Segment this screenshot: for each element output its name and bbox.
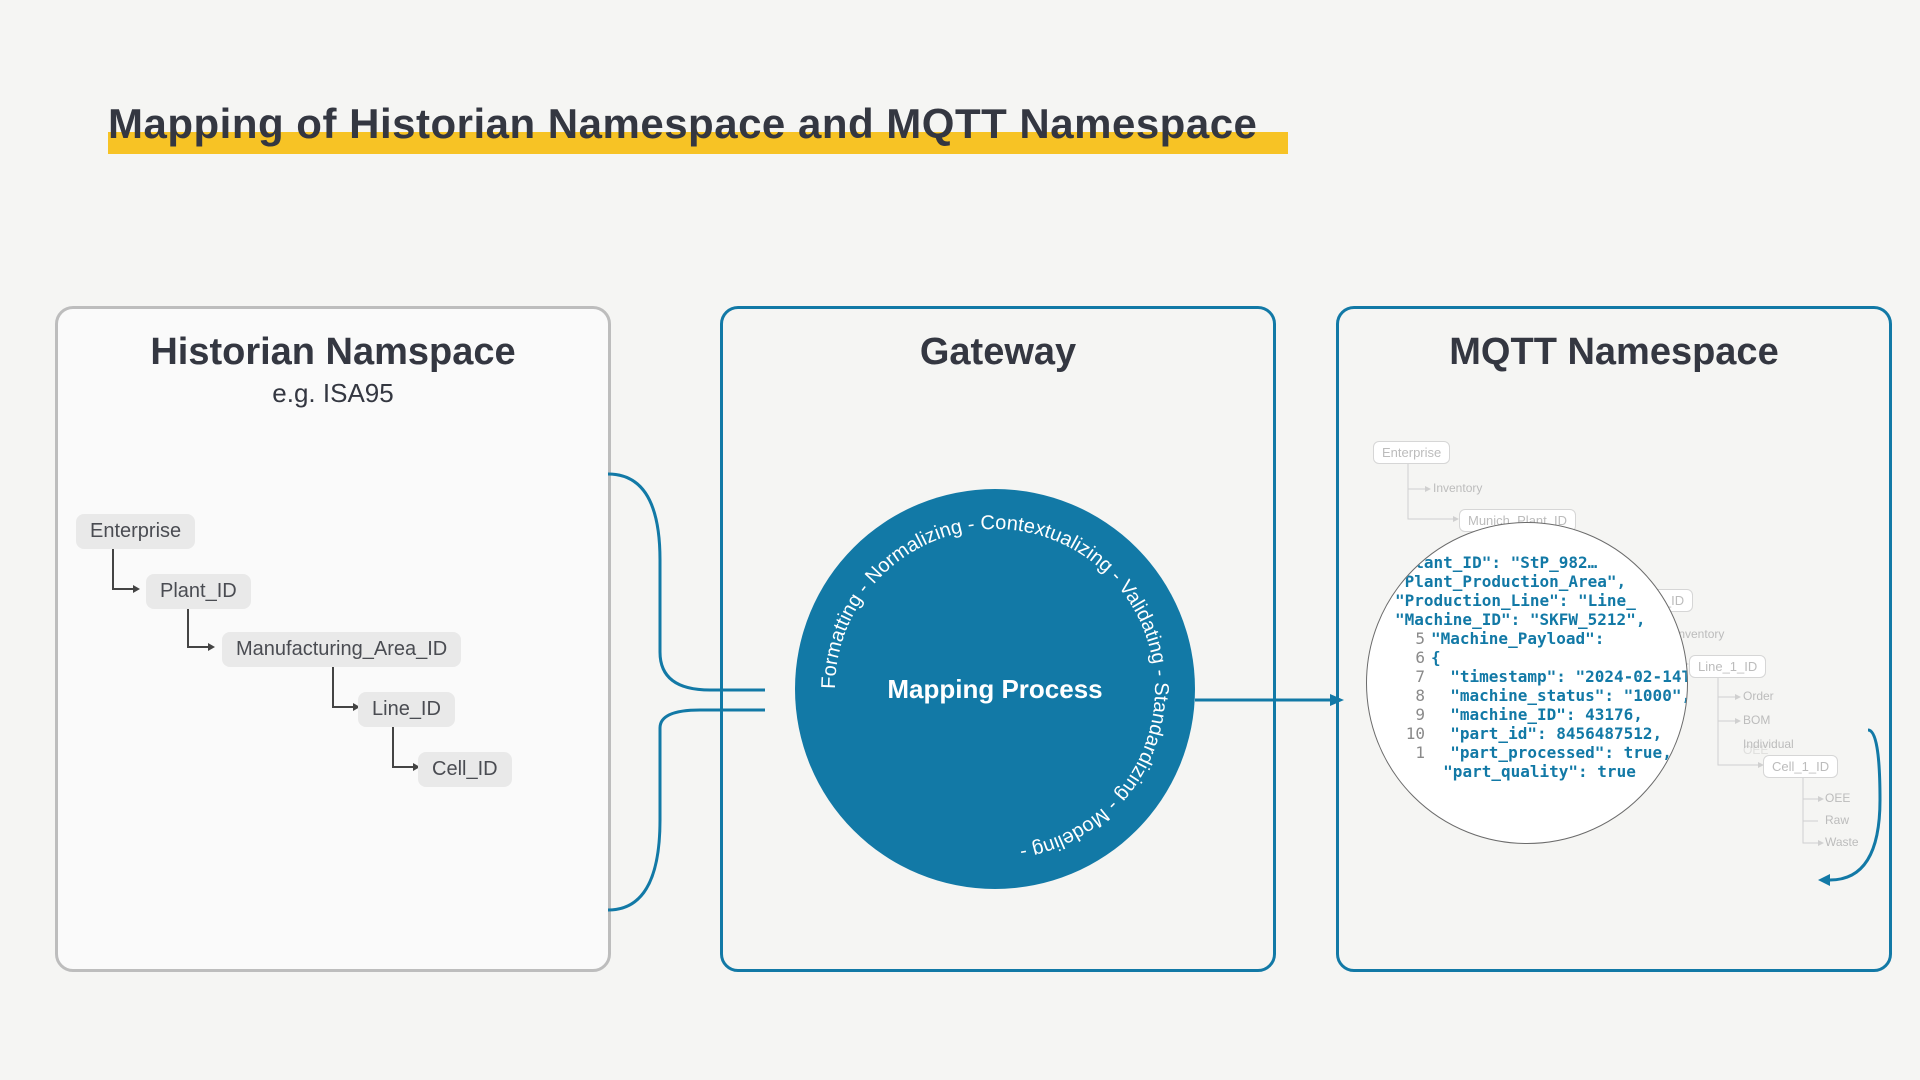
mqtt-node-waste: Waste xyxy=(1825,835,1859,849)
gateway-ring-text: Formatting - Normalizing - Contextualizi… xyxy=(818,512,1172,864)
mapping-process-circle: Formatting - Normalizing - Contextualizi… xyxy=(795,489,1195,889)
mqtt-node-enterprise: Enterprise xyxy=(1373,441,1450,464)
payload-json: "Plant_ID": "StP_982… "Plant_Production_… xyxy=(1395,553,1687,800)
payload-magnifier: "Plant_ID": "StP_982… "Plant_Production_… xyxy=(1366,522,1688,844)
historian-node-area: Manufacturing_Area_ID xyxy=(222,632,461,667)
mqtt-node-order: Order xyxy=(1743,689,1774,703)
historian-panel: Historian Namspace e.g. ISA95 Enterprise… xyxy=(55,306,611,972)
historian-node-line: Line_ID xyxy=(358,692,455,727)
page-title: Mapping of Historian Namespace and MQTT … xyxy=(108,100,1257,148)
mqtt-node-inventory1: Inventory xyxy=(1433,481,1482,495)
historian-node-enterprise: Enterprise xyxy=(76,514,195,549)
historian-node-cell: Cell_ID xyxy=(418,752,512,787)
historian-panel-title: Historian Namspace xyxy=(58,331,608,374)
mqtt-node-raw: Raw xyxy=(1825,813,1849,827)
mqtt-node-oee1: OEE xyxy=(1743,743,1768,757)
mqtt-panel-title: MQTT Namespace xyxy=(1339,331,1889,374)
mqtt-node-cell: Cell_1_ID xyxy=(1763,755,1838,778)
mqtt-node-oee2: OEE xyxy=(1825,791,1850,805)
gateway-panel: Gateway Formatting - Normalizing - Conte… xyxy=(720,306,1276,972)
gateway-panel-title: Gateway xyxy=(723,331,1273,374)
mqtt-node-line: Line_1_ID xyxy=(1689,655,1766,678)
historian-panel-subtitle: e.g. ISA95 xyxy=(58,378,608,409)
mqtt-node-bom: BOM xyxy=(1743,713,1770,727)
page-title-block: Mapping of Historian Namespace and MQTT … xyxy=(108,100,1257,148)
mqtt-node-inventory3: Inventory xyxy=(1675,627,1724,641)
historian-node-plant: Plant_ID xyxy=(146,574,251,609)
